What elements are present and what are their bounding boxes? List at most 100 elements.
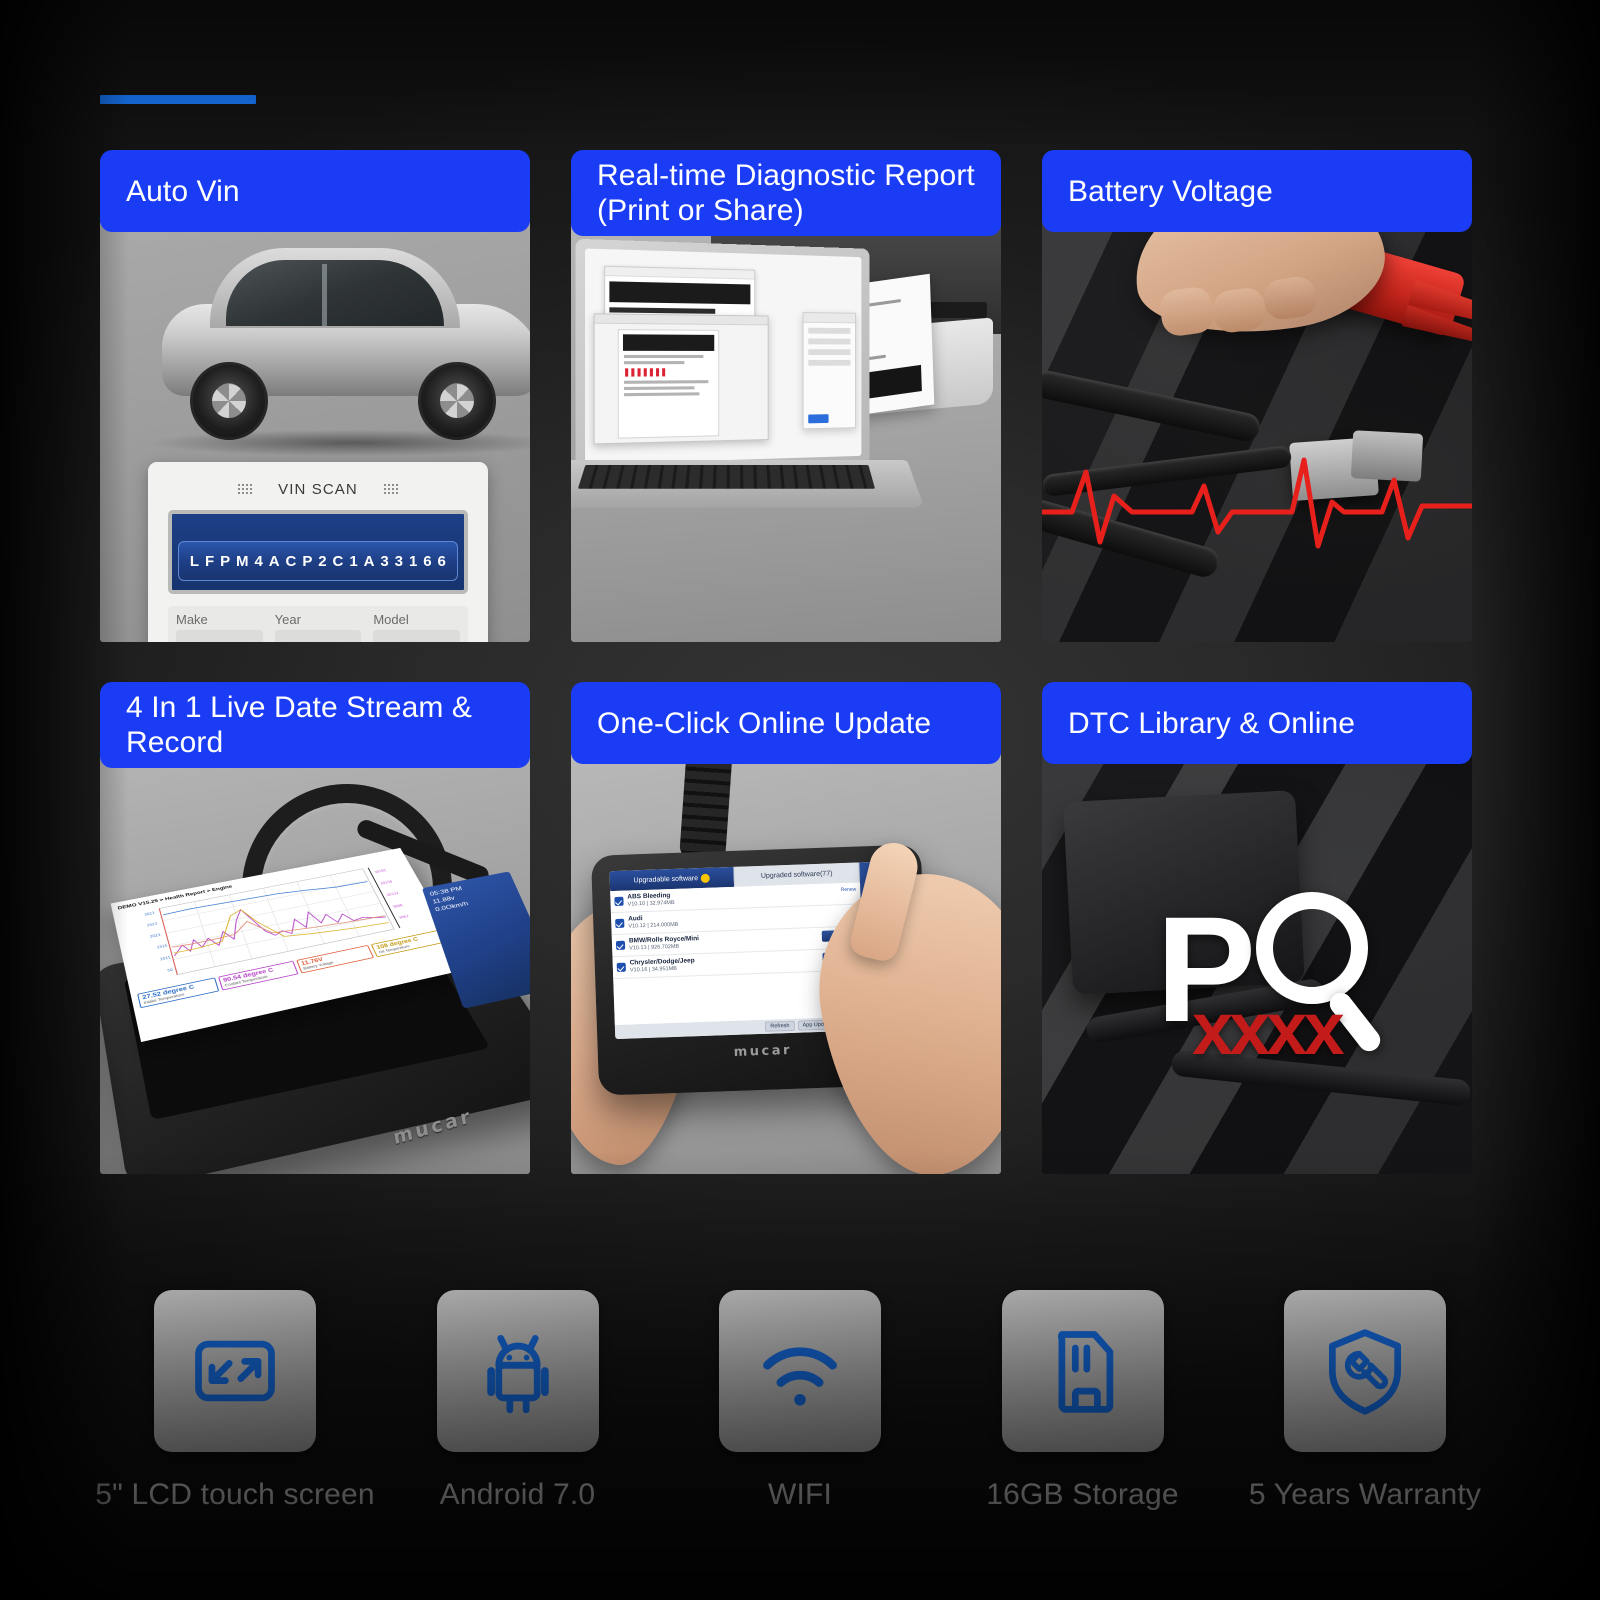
- spec-label: 5 Years Warranty: [1249, 1478, 1481, 1512]
- spec-label: 16GB Storage: [986, 1478, 1179, 1512]
- item-checkbox[interactable]: [614, 897, 623, 906]
- feature-card-battery-voltage: Battery Voltage: [1042, 150, 1472, 642]
- scan-dots-right-icon: [384, 484, 398, 494]
- svg-text:30185: 30185: [374, 869, 387, 874]
- feature-card-online-update: One-Click Online Update Upgradable softw…: [571, 682, 1001, 1174]
- vehicle-info-field[interactable]: Year: [275, 612, 362, 642]
- svg-text:50: 50: [167, 968, 173, 973]
- svg-text:3063: 3063: [398, 914, 409, 919]
- feature-card-diagnostic-report: Real-time Diagnostic Report (Print or Sh…: [571, 150, 1001, 642]
- field-value: Mazda: [176, 630, 263, 642]
- card-header-online-update: One-Click Online Update: [571, 682, 1001, 764]
- field-label: Model: [373, 612, 460, 627]
- spec-label: 5" LCD touch screen: [95, 1478, 375, 1512]
- vin-character: 3: [395, 553, 404, 570]
- svg-text:2023: 2023: [150, 933, 161, 938]
- vin-scan-panel: VIN SCAN LFPM4ACP2C1A33166 MakeMazdaYear…: [148, 462, 488, 642]
- vin-character: 2: [318, 553, 327, 570]
- vin-display-screen: LFPM4ACP2C1A33166: [168, 510, 468, 594]
- item-checkbox[interactable]: [617, 963, 626, 972]
- feature-card-auto-vin: Auto Vin VIN SCAN L F P M 4 A C P 2 C 1 …: [100, 150, 530, 642]
- vin-character: 1: [409, 553, 418, 570]
- vin-character: P: [302, 553, 312, 570]
- field-value: [275, 630, 362, 642]
- shield-wrench-icon: [1317, 1323, 1413, 1419]
- spec-tile: [154, 1290, 316, 1452]
- svg-text:3096: 3096: [392, 904, 403, 909]
- renew-link[interactable]: Renew: [841, 887, 857, 894]
- laptop-illustration: [579, 244, 909, 534]
- vin-character: F: [205, 553, 214, 570]
- spec-item-warranty: 5 Years Warranty: [1230, 1290, 1500, 1512]
- scan-dots-left-icon: [238, 484, 252, 494]
- field-label: Year: [275, 612, 362, 627]
- tab-label: Upgradable software: [633, 875, 698, 884]
- voltage-waveform-icon: [1042, 446, 1472, 556]
- vehicle-info-fields: Make Mazda Year Model: [168, 606, 468, 642]
- spec-tile: [1284, 1290, 1446, 1452]
- card-title: DTC Library & Online: [1068, 706, 1355, 741]
- vin-character: 4: [254, 553, 263, 570]
- card-header-live-data-stream: 4 In 1 Live Date Stream & Record: [100, 682, 530, 768]
- card-image-live-data-stream: DEMO V15.25 > Health Report > Engine 302…: [100, 754, 530, 1174]
- vehicle-info-field[interactable]: Make Mazda: [176, 612, 263, 642]
- vin-character-row: LFPM4ACP2C1A33166: [178, 541, 458, 581]
- spec-tile: [1002, 1290, 1164, 1452]
- vin-character: M: [236, 553, 249, 570]
- spec-item-wifi: WIFI: [665, 1290, 935, 1512]
- wifi-icon: [752, 1323, 848, 1419]
- spec-label: WIFI: [768, 1478, 832, 1512]
- infographic-page: Auto Vin VIN SCAN L F P M 4 A C P 2 C 1 …: [0, 0, 1600, 1600]
- spec-tile: [437, 1290, 599, 1452]
- vin-scan-title-row: VIN SCAN: [168, 476, 468, 502]
- card-header-battery-voltage: Battery Voltage: [1042, 150, 1472, 232]
- obd-cable: [679, 754, 733, 859]
- spec-item-storage: 16GB Storage: [948, 1290, 1218, 1512]
- svg-text:2523: 2523: [147, 922, 158, 927]
- card-image-online-update: Upgradable software Upgraded software(77)…: [571, 754, 1001, 1174]
- field-label: Make: [176, 612, 263, 627]
- vin-character: C: [333, 553, 344, 570]
- card-header-dtc-library: DTC Library & Online: [1042, 682, 1472, 764]
- item-checkbox[interactable]: [615, 919, 624, 928]
- card-title: One-Click Online Update: [597, 706, 931, 741]
- vin-character: 1: [349, 553, 358, 570]
- android-robot-icon: [470, 1323, 566, 1419]
- card-title: 4 In 1 Live Date Stream & Record: [126, 690, 472, 760]
- svg-text:1011: 1011: [160, 956, 171, 962]
- vin-character: 6: [423, 553, 432, 570]
- card-image-auto-vin: VIN SCAN LFPM4ACP2C1A33166 MakeMazdaYear…: [100, 222, 530, 642]
- spec-item-android: Android 7.0: [383, 1290, 653, 1512]
- vin-character: A: [364, 553, 375, 570]
- card-title: Auto Vin: [126, 174, 240, 209]
- card-image-diagnostic-report: [571, 222, 1001, 642]
- svg-text:20132: 20132: [386, 891, 399, 896]
- card-title: Battery Voltage: [1068, 174, 1273, 209]
- vin-character: 3: [380, 553, 389, 570]
- spec-icon-row: 5" LCD touch screen Android 7.0 WIFI 16G…: [100, 1290, 1500, 1512]
- spec-tile: [719, 1290, 881, 1452]
- vehicle-info-field[interactable]: Model: [373, 612, 460, 642]
- top-accent-bar: [100, 95, 256, 104]
- dtc-code-digits: xxxx: [1192, 986, 1341, 1071]
- vin-character: 6: [438, 553, 447, 570]
- vin-character: L: [190, 553, 199, 570]
- card-header-auto-vin: Auto Vin: [100, 150, 530, 232]
- spec-label: Android 7.0: [440, 1478, 596, 1512]
- svg-text:30158: 30158: [380, 880, 393, 885]
- field-value: [373, 630, 460, 642]
- vin-character: A: [269, 553, 280, 570]
- card-image-battery-voltage: [1042, 222, 1472, 642]
- feature-card-grid: Auto Vin VIN SCAN L F P M 4 A C P 2 C 1 …: [100, 150, 1472, 1174]
- footer-button[interactable]: Refresh: [765, 1021, 795, 1032]
- card-image-dtc-library: P xxxx: [1042, 754, 1472, 1174]
- spec-item-lcd: 5" LCD touch screen: [100, 1290, 370, 1512]
- feature-card-live-data-stream: 4 In 1 Live Date Stream & Record DEMO V1…: [100, 682, 530, 1174]
- feature-card-dtc-library: DTC Library & Online P xxxx: [1042, 682, 1472, 1174]
- vin-character: C: [286, 553, 297, 570]
- tab-label: Upgraded software(77): [761, 870, 833, 879]
- item-checkbox[interactable]: [616, 941, 625, 950]
- vin-scan-label: VIN SCAN: [278, 481, 358, 498]
- card-header-diagnostic-report: Real-time Diagnostic Report (Print or Sh…: [571, 150, 1001, 236]
- svg-text:1515: 1515: [157, 944, 168, 949]
